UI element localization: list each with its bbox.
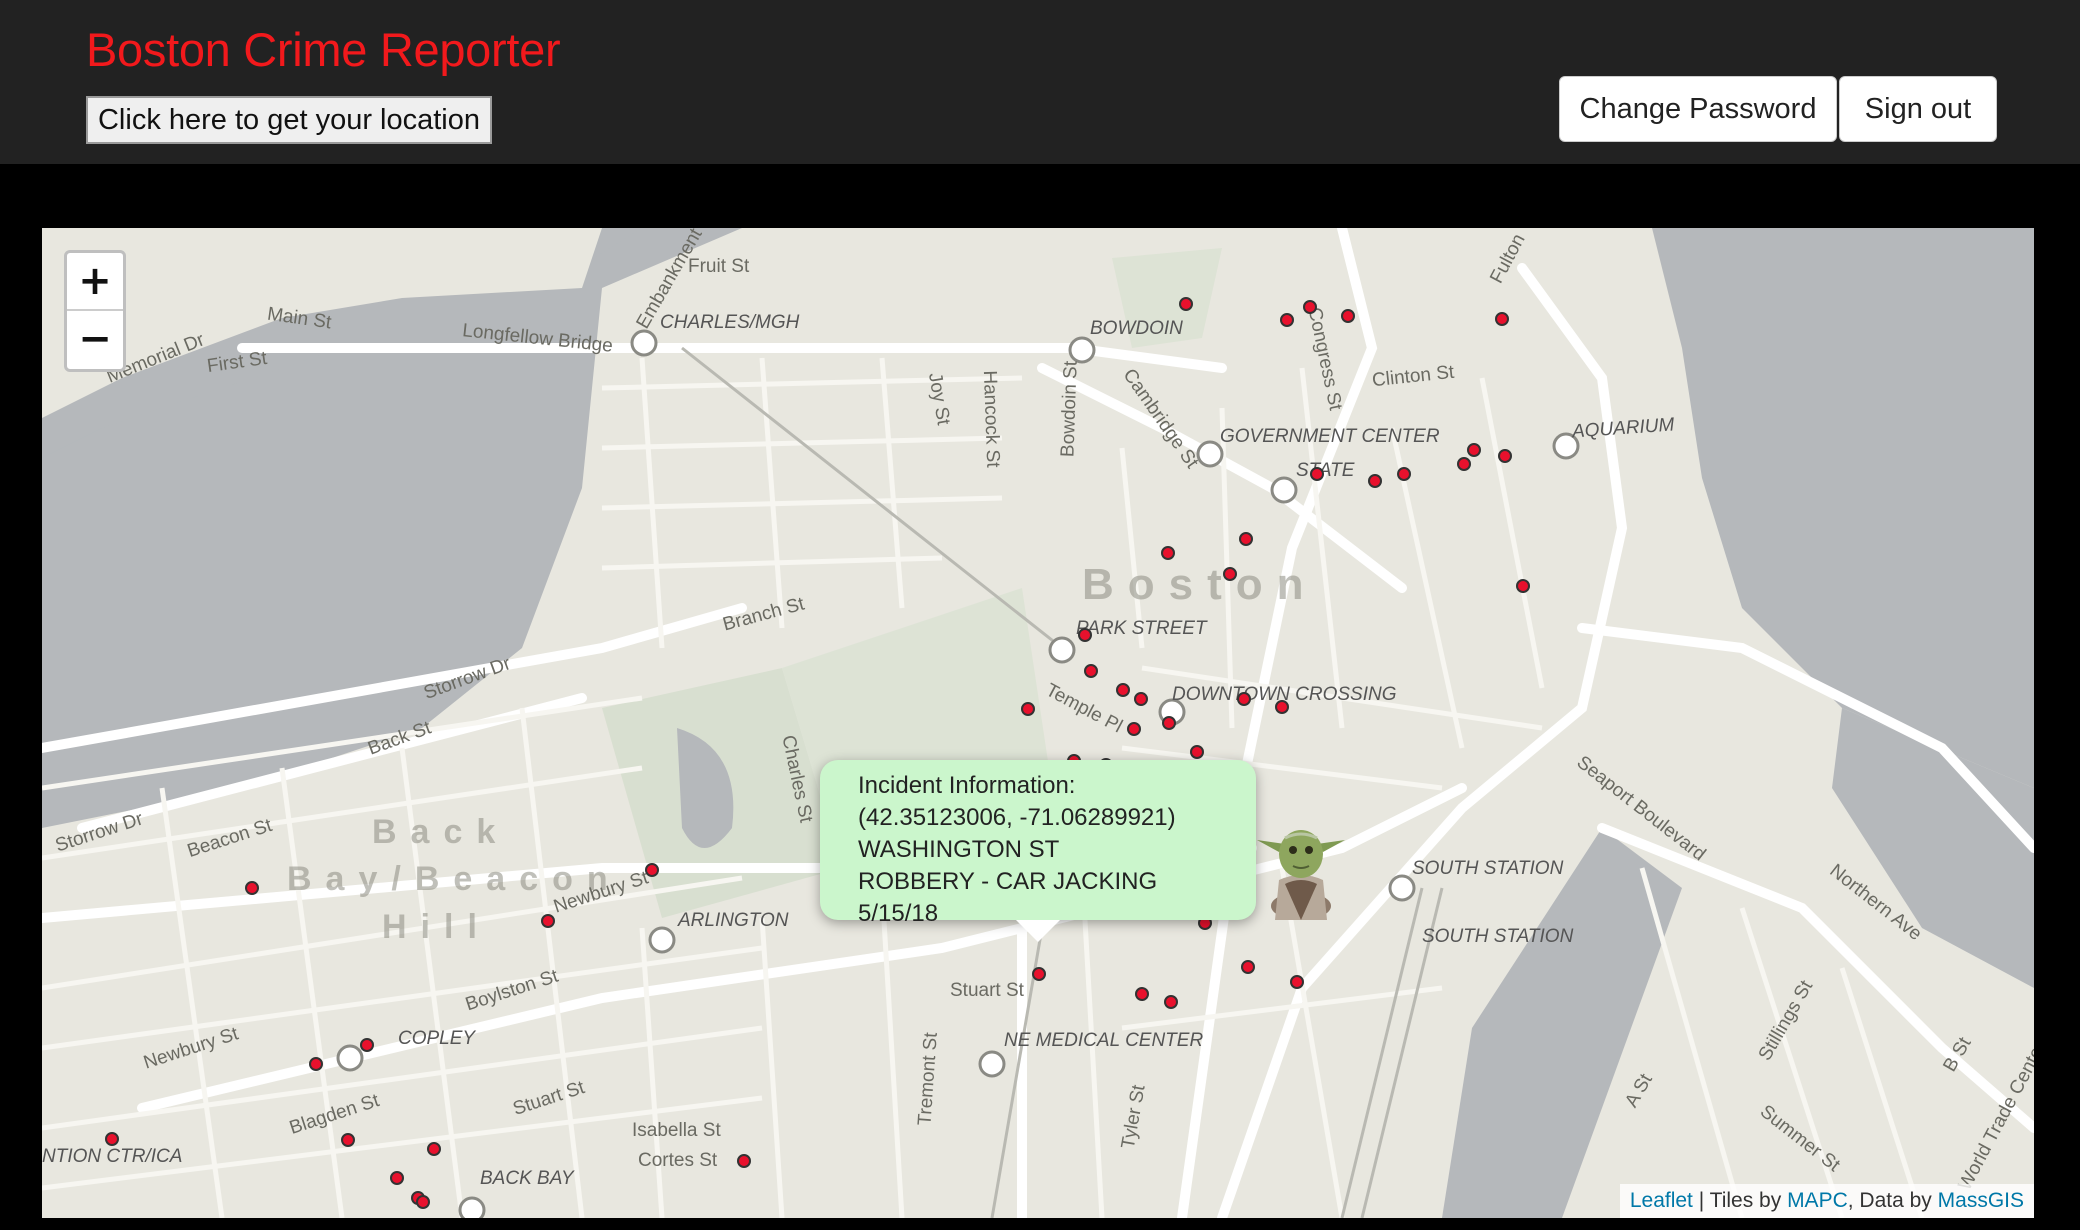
map-attribution: Leaflet | Tiles by MAPC, Data by MassGIS [1619, 1184, 2034, 1218]
incident-marker [1280, 313, 1294, 327]
incident-marker [105, 1132, 119, 1146]
incident-marker [1341, 309, 1355, 323]
incident-marker [1179, 297, 1193, 311]
incident-marker [1275, 700, 1289, 714]
incident-marker [1032, 967, 1046, 981]
leaflet-link[interactable]: Leaflet [1630, 1189, 1693, 1212]
crime-map[interactable]: Boston Back Bay/Beacon Hill Fruit St Mai… [42, 228, 2034, 1218]
incident-marker [1310, 467, 1324, 481]
incident-marker [341, 1133, 355, 1147]
zoom-control: + − [64, 250, 126, 372]
mapc-link[interactable]: MAPC [1787, 1189, 1848, 1212]
incident-marker [309, 1057, 323, 1071]
attribution-sep-1: | Tiles by [1692, 1189, 1788, 1212]
incident-marker [1223, 567, 1237, 581]
incident-marker [1241, 960, 1255, 974]
incident-marker [1498, 449, 1512, 463]
incident-marker [1368, 474, 1382, 488]
incident-marker [1164, 995, 1178, 1009]
change-password-button[interactable]: Change Password [1559, 76, 1837, 142]
incident-marker [1237, 692, 1251, 706]
incident-marker [1190, 745, 1204, 759]
massgis-link[interactable]: MassGIS [1938, 1189, 2024, 1212]
incident-marker [1135, 987, 1149, 1001]
incident-marker [360, 1038, 374, 1052]
incident-marker [1457, 457, 1471, 471]
incident-marker [390, 1171, 404, 1185]
incident-marker [245, 881, 259, 895]
incident-markers[interactable] [42, 228, 2034, 1218]
popup-offense: ROBBERY - CAR JACKING [858, 868, 1158, 895]
incident-marker [1127, 722, 1141, 736]
popup-street: WASHINGTON ST [858, 836, 1060, 863]
incident-marker [1290, 975, 1304, 989]
incident-marker [1021, 702, 1035, 716]
incident-marker [1084, 664, 1098, 678]
incident-marker [1516, 579, 1530, 593]
incident-marker [1239, 532, 1253, 546]
incident-marker [1495, 312, 1509, 326]
get-location-button[interactable]: Click here to get your location [86, 96, 492, 144]
incident-marker [1162, 716, 1176, 730]
navbar: Boston Crime Reporter Click here to get … [0, 0, 2080, 164]
incident-marker [1397, 467, 1411, 481]
incident-marker [1078, 628, 1092, 642]
attribution-sep-2: , Data by [1847, 1189, 1938, 1212]
incident-marker [1467, 443, 1481, 457]
incident-marker [737, 1154, 751, 1168]
sign-out-button[interactable]: Sign out [1839, 76, 1997, 142]
incident-marker [1134, 692, 1148, 706]
incident-marker [1161, 546, 1175, 560]
popup-coordinates: (42.35123006, -71.06289921) [858, 804, 1176, 831]
popup-heading: Incident Information: [858, 772, 1076, 799]
zoom-in-button[interactable]: + [67, 253, 123, 311]
yoda-avatar-icon[interactable] [1255, 810, 1347, 920]
app-title[interactable]: Boston Crime Reporter [86, 22, 561, 77]
popup-tip [1016, 920, 1060, 942]
incident-popup: Incident Information: (42.35123006, -71.… [820, 760, 1256, 927]
incident-marker [541, 914, 555, 928]
incident-marker [1116, 683, 1130, 697]
incident-marker [416, 1195, 430, 1209]
incident-marker [645, 863, 659, 877]
zoom-out-button[interactable]: − [67, 311, 123, 369]
incident-marker [1303, 300, 1317, 314]
incident-marker [427, 1142, 441, 1156]
